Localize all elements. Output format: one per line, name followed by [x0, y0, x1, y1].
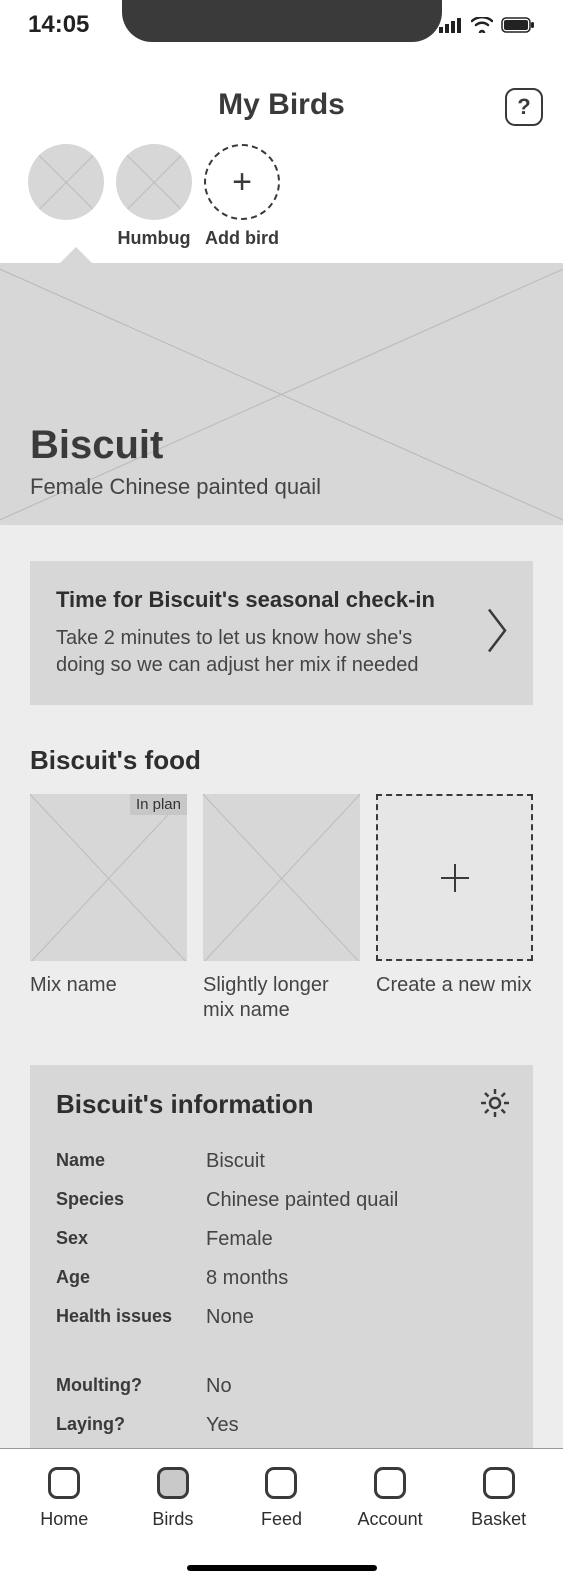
- bird-hero: Biscuit Female Chinese painted quail: [0, 263, 563, 525]
- settings-button[interactable]: [479, 1087, 511, 1124]
- tab-basket[interactable]: Basket: [449, 1467, 549, 1583]
- info-value: None: [206, 1306, 254, 1329]
- info-value: No: [206, 1375, 232, 1398]
- food-section-title: Biscuit's food: [30, 745, 533, 776]
- info-row: NameBiscuit: [56, 1142, 507, 1181]
- tab-icon: [157, 1467, 189, 1499]
- wifi-icon: [471, 17, 493, 33]
- bird-avatar-humbug[interactable]: Humbug: [116, 144, 192, 249]
- create-mix-button[interactable]: Create a new mix: [376, 794, 533, 1023]
- food-mix-card[interactable]: In plan Mix name: [30, 794, 187, 1023]
- in-plan-badge: In plan: [130, 794, 187, 815]
- food-thumb-placeholder: [203, 794, 360, 961]
- status-indicators: [439, 17, 535, 33]
- food-thumb-placeholder: In plan: [30, 794, 187, 961]
- bird-subtitle: Female Chinese painted quail: [30, 474, 533, 500]
- tab-label: Home: [40, 1509, 88, 1530]
- checkin-card[interactable]: Time for Biscuit's seasonal check-in Tak…: [30, 561, 533, 705]
- info-value: Female: [206, 1228, 273, 1251]
- info-row: SexFemale: [56, 1220, 507, 1259]
- food-mix-name: Slightly longer mix name: [203, 973, 360, 1023]
- notch: [122, 0, 442, 42]
- info-value: Chinese painted quail: [206, 1189, 398, 1212]
- bird-name: Biscuit: [30, 423, 533, 468]
- tab-icon: [265, 1467, 297, 1499]
- food-mix-card[interactable]: Slightly longer mix name: [203, 794, 360, 1023]
- avatar-placeholder: [116, 144, 192, 220]
- info-label: Moulting?: [56, 1375, 206, 1398]
- create-mix-box: [376, 794, 533, 961]
- info-label: Health issues: [56, 1306, 206, 1329]
- create-mix-label: Create a new mix: [376, 973, 533, 998]
- tab-label: Feed: [261, 1509, 302, 1530]
- tab-label: Birds: [152, 1509, 193, 1530]
- food-mix-name: Mix name: [30, 973, 187, 998]
- info-row: Age8 months: [56, 1259, 507, 1298]
- info-label: Name: [56, 1150, 206, 1173]
- home-indicator: [187, 1565, 377, 1571]
- info-label: Species: [56, 1189, 206, 1212]
- battery-icon: [501, 17, 535, 33]
- add-bird-button[interactable]: + Add bird: [204, 144, 280, 249]
- plus-icon: [437, 860, 473, 896]
- tab-icon: [483, 1467, 515, 1499]
- bird-selector: Biscuit Humbug + Add bird: [0, 132, 563, 249]
- tab-bar: Home Birds Feed Account Basket: [0, 1448, 563, 1583]
- header: My Birds ?: [0, 50, 563, 132]
- info-label: Sex: [56, 1228, 206, 1251]
- food-row: In plan Mix name Slightly longer mix nam…: [30, 794, 533, 1023]
- chevron-right-icon: [485, 606, 509, 661]
- tab-icon: [48, 1467, 80, 1499]
- help-button[interactable]: ?: [505, 88, 543, 126]
- tab-home[interactable]: Home: [14, 1467, 114, 1583]
- info-row: Health issuesNone: [56, 1298, 507, 1337]
- plus-icon: +: [204, 144, 280, 220]
- info-row: SpeciesChinese painted quail: [56, 1181, 507, 1220]
- status-time: 14:05: [28, 11, 89, 39]
- info-value: Yes: [206, 1414, 239, 1437]
- info-row: Laying?Yes: [56, 1406, 507, 1445]
- bird-avatar-selected[interactable]: Biscuit: [28, 144, 104, 249]
- bird-label: Humbug: [118, 228, 191, 249]
- info-label: Age: [56, 1267, 206, 1290]
- signal-icon: [439, 17, 463, 33]
- info-grid: NameBiscuit SpeciesChinese painted quail…: [56, 1142, 507, 1484]
- checkin-title: Time for Biscuit's seasonal check-in: [56, 587, 463, 613]
- tab-icon: [374, 1467, 406, 1499]
- avatar-placeholder: [28, 144, 104, 220]
- checkin-body: Take 2 minutes to let us know how she's …: [56, 625, 463, 679]
- gear-icon: [479, 1087, 511, 1119]
- tab-label: Account: [358, 1509, 423, 1530]
- add-bird-label: Add bird: [205, 228, 279, 249]
- info-card-title: Biscuit's information: [56, 1089, 507, 1120]
- status-bar: 14:05: [0, 0, 563, 50]
- tab-label: Basket: [471, 1509, 526, 1530]
- page-title: My Birds: [20, 88, 543, 122]
- info-value: Biscuit: [206, 1150, 265, 1173]
- info-label: Laying?: [56, 1414, 206, 1437]
- info-value: 8 months: [206, 1267, 288, 1290]
- main-content: Time for Biscuit's seasonal check-in Tak…: [0, 525, 563, 1548]
- info-row: Moulting?No: [56, 1367, 507, 1406]
